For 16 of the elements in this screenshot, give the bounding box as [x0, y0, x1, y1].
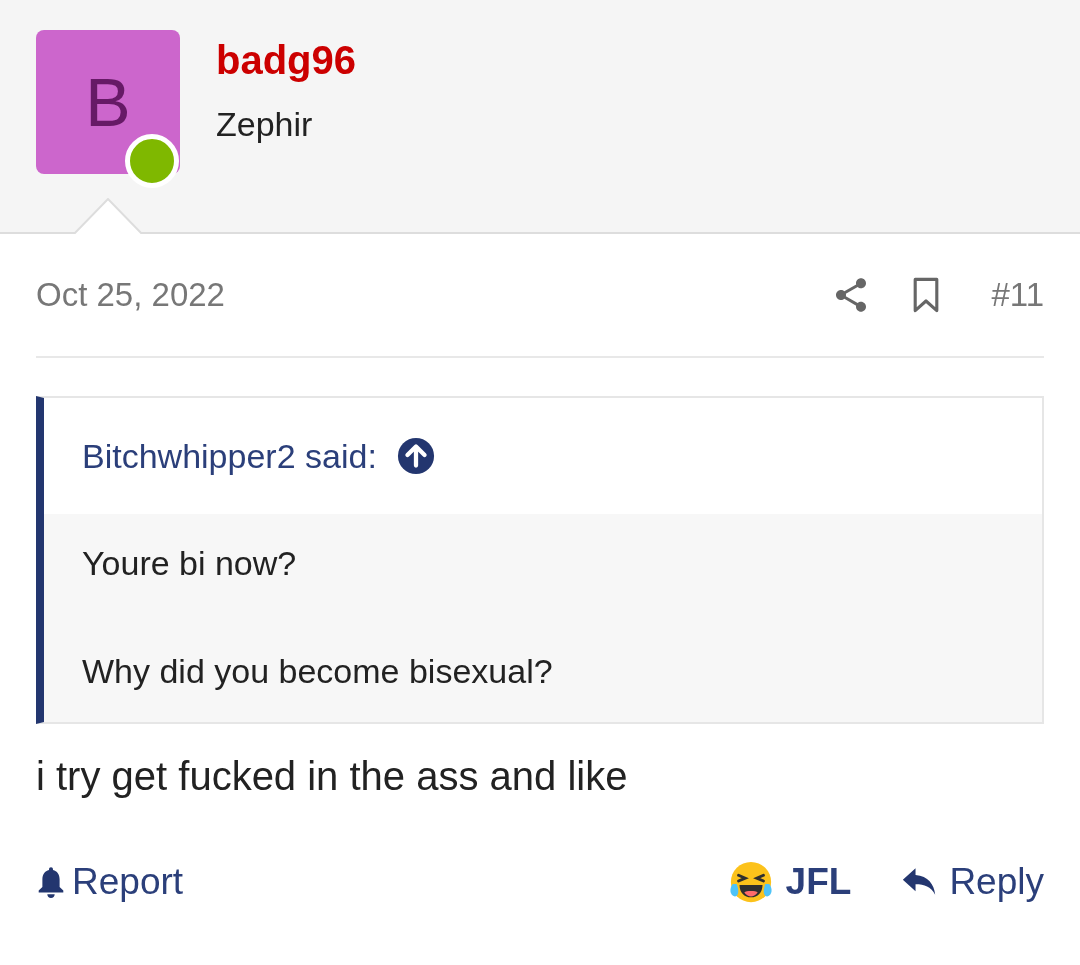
quote-text: Why did you become bisexual? [82, 651, 554, 692]
reply-arrow-icon [901, 867, 938, 897]
username-link[interactable]: badg96 [216, 38, 357, 83]
post-text: i try get fucked in the ass and like [36, 754, 629, 799]
report-link[interactable]: Report [36, 861, 184, 903]
post-date[interactable]: Oct 25, 2022 [36, 276, 832, 314]
laughing-emoji-icon [727, 859, 774, 905]
reply-link[interactable]: Reply [901, 861, 1044, 903]
arrow-up-circle-icon[interactable] [396, 437, 435, 475]
quote-author[interactable]: Bitchwhipper2 said: [82, 436, 377, 476]
quote-text: Youre bi now? [82, 543, 298, 584]
bell-icon [36, 866, 66, 898]
reaction-link[interactable]: JFL [727, 859, 852, 905]
user-title: Zephir [216, 105, 314, 144]
post-number-link[interactable]: #11 [991, 276, 1044, 314]
avatar-letter: B [85, 63, 131, 141]
